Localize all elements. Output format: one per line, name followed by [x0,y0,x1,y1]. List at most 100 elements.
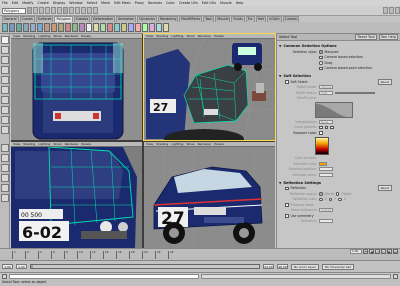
viewport-menu-renderer[interactable]: Renderer [198,34,212,38]
range-slider-bar[interactable] [30,264,260,269]
playback-start-field[interactable]: 1.00 [16,264,27,269]
boolean-icon[interactable] [65,23,71,32]
offset-edge-loop-icon[interactable] [121,23,127,32]
merge-icon[interactable] [128,23,134,32]
falloff-radius-field[interactable]: 5.00 [319,90,333,95]
axis-z-radio[interactable] [338,197,342,201]
render-icon[interactable] [81,7,86,14]
poly-cube-icon[interactable] [9,23,15,32]
select-object-icon[interactable] [51,7,56,14]
separate-icon[interactable] [51,23,57,32]
curve-preset-2[interactable] [324,125,328,129]
viewport-menu-show[interactable]: Show [186,34,194,38]
bridge-icon[interactable] [93,23,99,32]
command-input[interactable] [9,273,199,279]
soft-reset-button[interactable]: Reset [377,78,392,85]
combine-icon[interactable] [44,23,50,32]
reflection-reset-button[interactable]: Reset [377,185,392,192]
object-radio[interactable] [335,192,340,196]
viewport-menu-lighting[interactable]: Lighting [171,34,183,38]
extract-icon[interactable] [58,23,64,32]
viewport-menu-view[interactable]: View [13,34,20,38]
uv-editor-icon[interactable] [163,23,169,32]
start-time-field[interactable]: 1.00 [2,264,13,269]
viewport-menu-lighting[interactable]: Lighting [171,142,183,146]
play-back-icon[interactable]: ◁ [375,249,380,254]
save-scene-icon[interactable] [39,7,44,14]
poly-sphere-icon[interactable] [2,23,8,32]
viewport-menu-shading[interactable]: Shading [156,34,168,38]
render-settings-icon[interactable] [93,7,98,14]
menu-set-selector[interactable]: Polygons [2,7,26,14]
viewport-menu-panels[interactable]: Panels [214,142,224,146]
wedge-icon[interactable] [142,23,148,32]
viewport-menu-show[interactable]: Show [53,34,61,38]
soft-select-checkbox[interactable] [285,80,289,84]
selected-position-field[interactable] [319,167,333,172]
layout-outliner-icon[interactable] [0,174,9,182]
select-hierarchy-icon[interactable] [45,7,50,14]
new-scene-icon[interactable] [27,7,32,14]
character-set-dropdown[interactable]: No Character Set [322,263,354,270]
curve-preset-1[interactable] [319,125,323,129]
viewport-menu-shading[interactable]: Shading [23,142,35,146]
soft-modification-icon[interactable] [0,106,9,114]
drag-radio[interactable] [319,61,323,65]
viewport-menu-renderer[interactable]: Renderer [198,142,212,146]
tool-help-button[interactable]: Tool Help [378,34,398,40]
axis-y-radio[interactable] [328,197,333,201]
layout-single-icon[interactable] [0,144,9,152]
snap-grid-icon[interactable] [63,7,68,14]
seam-tolerance-field[interactable]: 0.0010 [319,208,333,213]
falloff-curve-graph[interactable] [315,102,353,118]
poly-cone-icon[interactable] [23,23,29,32]
world-radio[interactable] [319,192,323,196]
bevel-icon[interactable] [135,23,141,32]
smooth-icon[interactable] [72,23,78,32]
last-tool-icon[interactable] [0,126,9,134]
camera-selection-checkbox[interactable] [319,55,323,59]
viewport-persp[interactable]: View Shading Lighting Show Renderer Panels 27 [143,33,276,141]
color-ramp[interactable] [315,136,329,155]
viewport-menu-show[interactable]: Show [186,142,194,146]
open-scene-icon[interactable] [33,7,38,14]
current-time-field[interactable]: 1.00 [350,249,362,254]
move-tool-icon[interactable] [0,66,9,74]
use-symmetry-checkbox[interactable] [285,214,289,218]
scale-tool-icon[interactable] [0,86,9,94]
anim-layer-dropdown[interactable]: No Anim Layer [291,263,320,270]
play-forward-icon[interactable]: ▷ [381,249,386,254]
tolerance-field[interactable] [319,219,333,224]
step-back-icon[interactable]: ◀ [369,249,374,254]
time-slider[interactable]: 1 2 4 6 8 10 12 14 16 18 20 22 24 [0,248,400,260]
reflection-checkbox[interactable] [285,186,289,190]
viewport-menu-view[interactable]: View [146,142,153,146]
reset-tool-button[interactable]: Reset Tool [355,34,377,40]
append-polygon-icon[interactable] [100,23,106,32]
go-to-end-icon[interactable]: ⏭ [393,249,398,254]
go-to-start-icon[interactable]: ⏮ [363,249,368,254]
interpolation-dropdown[interactable]: None [319,119,333,124]
viewport-menu-lighting[interactable]: Lighting [38,34,50,38]
insert-edge-loop-icon[interactable] [114,23,120,32]
paint-select-tool-icon[interactable] [0,56,9,64]
snap-point-icon[interactable] [75,7,80,14]
layout-hypershade-icon[interactable] [0,194,9,202]
universal-manipulator-icon[interactable] [0,96,9,104]
poly-torus-icon[interactable] [37,23,43,32]
select-component-icon[interactable] [57,7,62,14]
axis-x-radio[interactable] [319,197,323,201]
camera-paint-checkbox[interactable] [319,66,323,70]
poly-plane-icon[interactable] [30,23,36,32]
rotate-tool-icon[interactable] [0,76,9,84]
snap-curve-icon[interactable] [69,7,74,14]
viewport-menu-lighting[interactable]: Lighting [38,142,50,146]
layout-graph-editor-icon[interactable] [0,184,9,192]
viewport-menu-view[interactable]: View [13,142,20,146]
selected-value-field[interactable] [319,172,333,177]
script-editor-icon[interactable] [393,273,398,279]
show-channel-box-icon[interactable] [395,7,400,14]
viewport-top[interactable]: View Shading Lighting Show Renderer Panels [11,34,142,140]
show-tool-settings-icon[interactable] [389,7,394,14]
viewport-side[interactable]: View Shading Lighting Show Renderer Panels 27 [144,142,275,248]
